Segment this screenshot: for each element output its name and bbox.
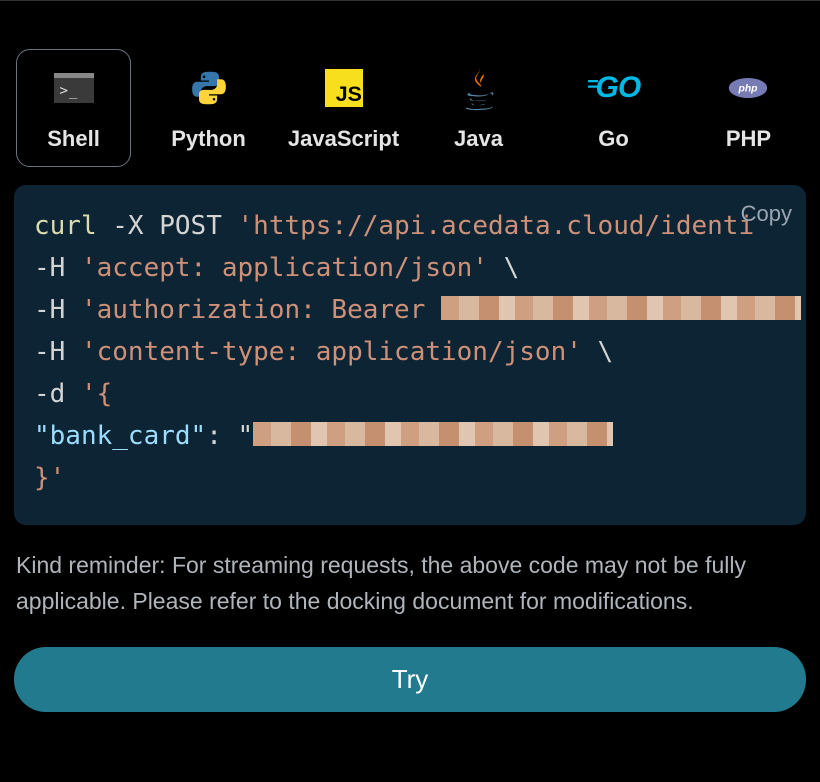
tab-label: Python (171, 126, 246, 152)
redacted-token (441, 296, 801, 320)
code-body-colon: : " (206, 421, 253, 451)
api-snippet-panel: Shell Python JS JavaScript (0, 1, 820, 712)
code-body-close: }' (34, 463, 65, 493)
code-auth-prefix: 'authorization: Bearer (81, 295, 441, 325)
code-accept: 'accept: application/json' (81, 253, 488, 283)
tab-label: PHP (726, 126, 771, 152)
tab-python[interactable]: Python (151, 49, 266, 167)
shell-icon (54, 68, 94, 108)
tab-label: Java (454, 126, 503, 152)
python-icon (189, 68, 229, 108)
code-h-flag: -H (34, 337, 65, 367)
code-backslash: \ (598, 337, 614, 367)
tab-go[interactable]: GO Go (556, 49, 671, 167)
copy-button[interactable]: Copy (741, 193, 792, 235)
tab-label: JavaScript (288, 126, 399, 152)
tab-shell[interactable]: Shell (16, 49, 131, 167)
code-method: POST (159, 211, 222, 241)
tab-php[interactable]: php PHP (691, 49, 806, 167)
language-tabs: Shell Python JS JavaScript (14, 49, 806, 167)
code-backslash: \ (504, 253, 520, 283)
svg-text:php: php (738, 84, 759, 95)
try-button[interactable]: Try (14, 647, 806, 712)
code-method-flag: -X (112, 211, 143, 241)
php-icon: php (728, 68, 768, 108)
code-url: 'https://api.acedata.cloud/identi (238, 211, 755, 241)
code-body-key: "bank_card" (34, 421, 206, 451)
code-snippet: Copy curl -X POST 'https://api.acedata.c… (14, 185, 806, 525)
go-icon: GO (593, 68, 633, 108)
tab-javascript[interactable]: JS JavaScript (286, 49, 401, 167)
code-h-flag: -H (34, 253, 65, 283)
svg-text:JS: JS (335, 82, 361, 106)
redacted-value (253, 422, 613, 446)
java-icon (459, 68, 499, 108)
tab-label: Go (598, 126, 629, 152)
javascript-icon: JS (324, 68, 364, 108)
reminder-note: Kind reminder: For streaming requests, t… (14, 547, 806, 619)
tab-java[interactable]: Java (421, 49, 536, 167)
tab-label: Shell (47, 126, 100, 152)
code-content-type: 'content-type: application/json' (81, 337, 582, 367)
code-d-flag: -d (34, 379, 65, 409)
code-h-flag: -H (34, 295, 65, 325)
code-body-open: '{ (81, 379, 112, 409)
code-cmd: curl (34, 211, 97, 241)
